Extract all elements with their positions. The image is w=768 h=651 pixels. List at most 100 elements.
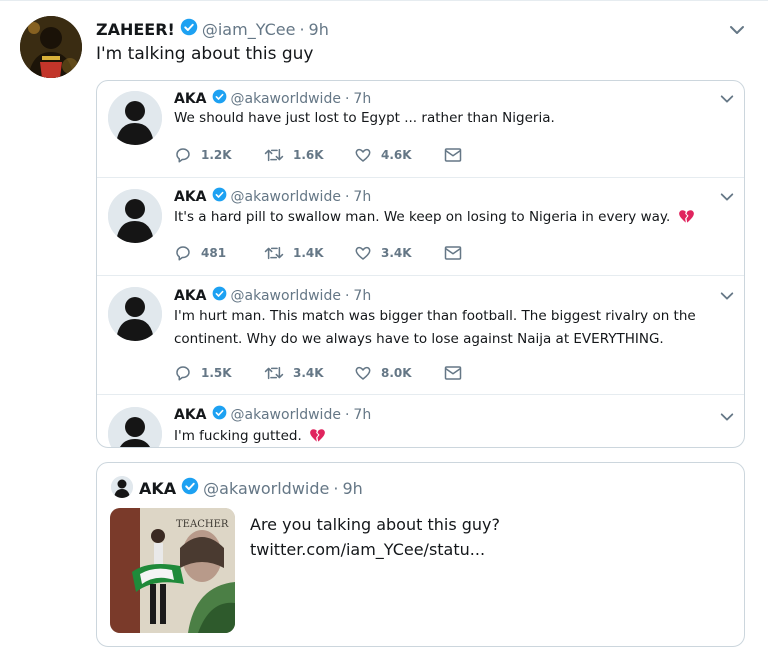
retweet-icon (264, 366, 284, 380)
direct-message-button[interactable] (444, 365, 474, 381)
tweet-header: AKA @akaworldwide · 7h (174, 405, 371, 424)
handle[interactable]: @akaworldwide (203, 479, 329, 498)
tweet-body: It's a hard pill to swallow man. We keep… (174, 206, 729, 232)
photo-sign-text: TEACHER (176, 519, 229, 530)
like-icon (355, 148, 371, 162)
display-name[interactable]: AKA (139, 479, 176, 498)
display-name[interactable]: AKA (174, 91, 207, 107)
handle[interactable]: @iam_YCee (202, 20, 296, 39)
avatar[interactable] (20, 16, 82, 78)
tweet-text: I'm talking about this guy (96, 44, 314, 64)
quoted-text-line: Are you talking about this guy? (250, 515, 500, 534)
direct-message-button[interactable] (444, 147, 474, 163)
like-icon (355, 246, 371, 260)
separator-dot: · (344, 90, 350, 107)
action-bar: 481 1.4K 3.4K (174, 244, 474, 262)
display-name[interactable]: AKA (174, 288, 207, 304)
reply-button[interactable]: 481 (174, 244, 264, 262)
tweet-text: It's a hard pill to swallow man. We keep… (174, 209, 671, 225)
retweet-button[interactable]: 1.6K (264, 146, 354, 164)
like-count: 4.6K (381, 148, 412, 162)
action-bar: 1.5K 3.4K 8.0K (174, 364, 474, 382)
tweet-card: ZAHEER! @iam_YCee · 9h I'm talking about… (0, 0, 768, 651)
timestamp[interactable]: 7h (353, 91, 371, 107)
tweet-header: AKA @akaworldwide · 7h (174, 187, 371, 206)
reply-icon (176, 366, 190, 381)
verified-badge-icon (212, 187, 227, 206)
like-button[interactable]: 4.6K (354, 146, 444, 164)
verified-badge-icon (212, 286, 227, 305)
separator-dot: · (344, 188, 350, 205)
direct-message-icon (444, 366, 462, 380)
reply-button[interactable]: 1.2K (174, 146, 264, 164)
separator-dot: · (344, 287, 350, 304)
tweet-text: I'm fucking gutted. (174, 428, 302, 444)
verified-badge-icon (181, 477, 199, 499)
retweet-button[interactable]: 3.4K (264, 364, 354, 382)
display-name[interactable]: AKA (174, 407, 207, 423)
retweet-count: 1.4K (293, 246, 324, 260)
like-icon (355, 366, 371, 380)
retweet-icon (264, 148, 284, 162)
like-button[interactable]: 3.4K (354, 244, 444, 262)
tweet-body: I'm hurt man. This match was bigger than… (174, 305, 729, 351)
retweet-count: 3.4K (293, 366, 324, 380)
thread-tweet[interactable]: AKA @akaworldwide · 7h I'm hurt man. Thi… (97, 276, 744, 395)
quoted-text: Are you talking about this guy? twitter.… (250, 512, 500, 562)
handle[interactable]: @akaworldwide (231, 91, 341, 107)
thread-tweet[interactable]: AKA @akaworldwide · 7h It's a hard pill … (97, 178, 744, 276)
avatar[interactable] (108, 189, 162, 243)
handle[interactable]: @akaworldwide (231, 189, 341, 205)
retweet-count: 1.6K (293, 148, 324, 162)
tweet-text-line: continent. Why do we always have to lose… (174, 331, 664, 347)
verified-badge-icon (212, 405, 227, 424)
separator-dot: · (299, 19, 305, 39)
timestamp[interactable]: 7h (353, 407, 371, 423)
broken-heart-icon (678, 209, 695, 232)
like-count: 3.4K (381, 246, 412, 260)
timestamp[interactable]: 7h (353, 288, 371, 304)
verified-badge-icon (180, 18, 198, 40)
verified-badge-icon (212, 89, 227, 108)
embedded-thread[interactable]: AKA @akaworldwide · 7h We should have ju… (96, 80, 745, 448)
avatar[interactable] (108, 287, 162, 341)
timestamp[interactable]: 7h (353, 189, 371, 205)
tweet-header: ZAHEER! @iam_YCee · 9h (96, 18, 329, 40)
tweet-body: I'm fucking gutted. (174, 425, 729, 447)
tweet-text: We should have just lost to Egypt ... ra… (174, 110, 555, 126)
chevron-down-icon[interactable] (728, 21, 746, 43)
separator-dot: · (333, 478, 339, 498)
like-count: 8.0K (381, 366, 412, 380)
avatar[interactable] (108, 91, 162, 145)
reply-icon (176, 148, 190, 163)
quoted-tweet[interactable]: AKA @akaworldwide · 9h TEACHER Are you t… (96, 462, 745, 647)
display-name[interactable]: ZAHEER! (96, 20, 175, 39)
separator-dot: · (344, 406, 350, 423)
like-button[interactable]: 8.0K (354, 364, 444, 382)
tweet-text-line: I'm hurt man. This match was bigger than… (174, 308, 696, 324)
avatar[interactable] (111, 476, 133, 498)
handle[interactable]: @akaworldwide (231, 288, 341, 304)
avatar[interactable] (108, 407, 162, 447)
timestamp[interactable]: 9h (309, 20, 329, 39)
quoted-link[interactable]: twitter.com/iam_YCee/statu... (250, 537, 500, 562)
direct-message-button[interactable] (444, 245, 474, 261)
reply-count: 481 (201, 246, 227, 260)
reply-button[interactable]: 1.5K (174, 364, 264, 382)
reply-count: 1.2K (201, 148, 232, 162)
retweet-button[interactable]: 1.4K (264, 244, 354, 262)
tweet-header: AKA @akaworldwide · 9h (139, 477, 363, 499)
tweet-header: AKA @akaworldwide · 7h (174, 89, 371, 108)
tweet-header: AKA @akaworldwide · 7h (174, 286, 371, 305)
quoted-photo[interactable]: TEACHER (110, 508, 235, 633)
direct-message-icon (444, 148, 462, 162)
handle[interactable]: @akaworldwide (231, 407, 341, 423)
broken-heart-icon (309, 428, 326, 447)
timestamp[interactable]: 9h (342, 479, 362, 498)
display-name[interactable]: AKA (174, 189, 207, 205)
thread-tweet[interactable]: AKA @akaworldwide · 7h We should have ju… (97, 81, 744, 178)
reply-icon (176, 246, 190, 261)
retweet-icon (264, 246, 284, 260)
direct-message-icon (444, 246, 462, 260)
thread-tweet[interactable]: AKA @akaworldwide · 7h I'm fucking gutte… (97, 395, 744, 447)
